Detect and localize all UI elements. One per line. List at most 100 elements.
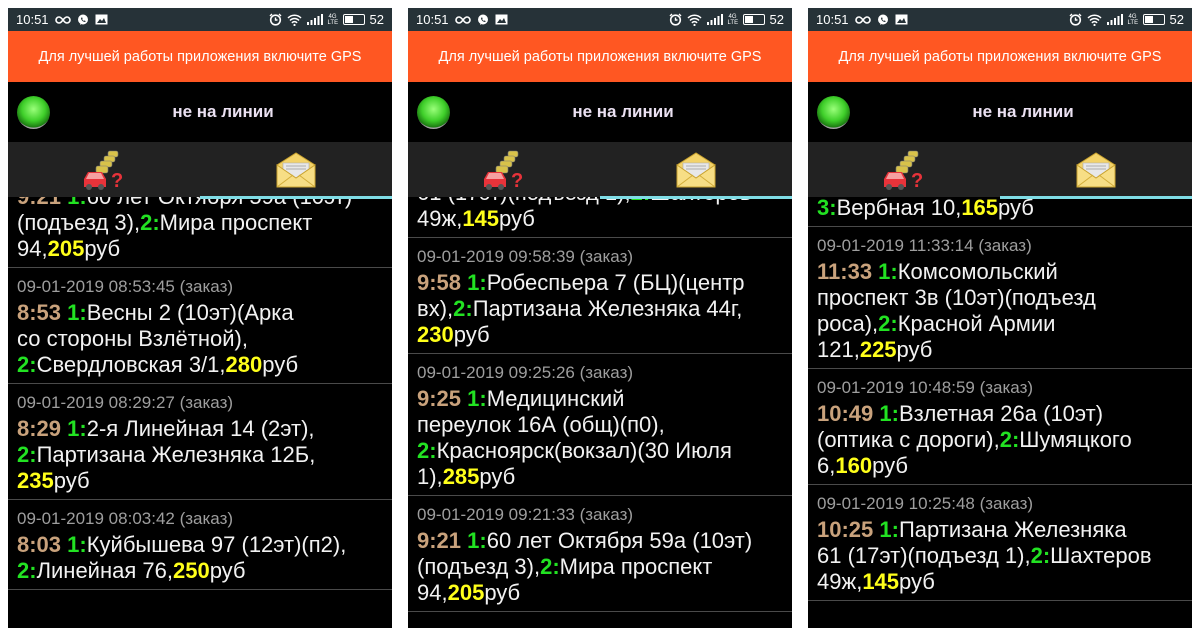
battery-fill xyxy=(344,16,354,23)
order-item[interactable]: 09-01-2019 08:29:27 (заказ) 8:29 1:2-я Ли… xyxy=(8,384,392,500)
battery-fill xyxy=(744,16,754,23)
address-text: Комсомольский xyxy=(897,259,1058,284)
status-bar: 10:51 4G LTE 52 xyxy=(408,8,792,31)
battery-icon xyxy=(742,14,765,25)
stop-number: 3: xyxy=(817,195,837,220)
line-status: не на линии xyxy=(972,102,1074,121)
address-text: 1), xyxy=(417,464,443,489)
infinity-icon xyxy=(854,15,871,24)
stop-number: 2: xyxy=(417,438,437,463)
battery-percent: 52 xyxy=(1169,12,1184,27)
order-item[interactable]: 09-01-2019 11:33:14 (заказ) 11:33 1:Комсо… xyxy=(808,227,1192,369)
order-date: 09-01-2019 10:25:48 (заказ) xyxy=(817,494,1034,513)
address-text: руб xyxy=(53,468,90,493)
clock: 10:51 xyxy=(816,12,849,27)
order-item[interactable]: 09-01-2019 08:03:42 (заказ) 8:03 1:Куйбыш… xyxy=(8,500,392,590)
stop-number: 1: xyxy=(879,517,899,542)
order-text-line: 2:Линейная 76,250руб xyxy=(17,558,392,584)
order-item[interactable]: 3:Вербная 10,165руб xyxy=(808,195,1192,227)
tab-messages[interactable] xyxy=(1000,142,1192,199)
tab-messages[interactable] xyxy=(200,142,392,199)
address-text: переулок 16А (общ)(п0), xyxy=(417,412,665,437)
address-text: вх), xyxy=(417,296,454,321)
stop-number: 1: xyxy=(467,386,487,411)
tab-messages[interactable] xyxy=(600,142,792,199)
order-text-line: 94,205руб xyxy=(17,236,392,262)
viber-icon xyxy=(877,14,888,25)
order-text-line: 11:33 1:Комсомольский xyxy=(817,259,1192,285)
gps-banner[interactable]: Для лучшей работы приложения включите GP… xyxy=(408,31,792,82)
signal-icon xyxy=(306,14,323,25)
taxi-queue-icon: ? xyxy=(84,150,123,191)
order-text-line: 6,160руб xyxy=(817,453,1192,479)
line-status: не на линии xyxy=(172,102,274,121)
tab-taxi-queue[interactable]: ? xyxy=(408,142,600,197)
order-item[interactable]: 09-01-2019 09:25:26 (заказ) 9:25 1:Медици… xyxy=(408,354,792,496)
address-text: руб xyxy=(209,558,246,583)
network-lte: LTE xyxy=(1127,19,1139,26)
order-price: 145 xyxy=(462,206,500,231)
address-text: 60 лет Октября 59а (10эт) xyxy=(486,528,753,553)
address-text: руб xyxy=(453,322,490,347)
gps-banner[interactable]: Для лучшей работы приложения включите GP… xyxy=(8,31,392,82)
address-text: руб xyxy=(479,464,516,489)
order-price: 285 xyxy=(442,464,480,489)
battery-icon xyxy=(1142,14,1165,25)
line-status: не на линии xyxy=(572,102,674,121)
order-item[interactable]: 09-01-2019 10:25:48 (заказ) 10:25 1:Парти… xyxy=(808,485,1192,601)
address-text: 2-я Линейная 14 (2эт), xyxy=(86,416,315,441)
order-item[interactable]: 09-01-2019 10:48:59 (заказ) 10:49 1:Взлет… xyxy=(808,369,1192,485)
order-item[interactable]: 09-01-2019 09:58:39 (заказ) 9:58 1:Робесп… xyxy=(408,238,792,354)
order-time: 9:21 xyxy=(417,528,468,553)
order-text-line: вх),2:Партизана Железняка 44г, xyxy=(417,296,792,322)
address-text: 61 (17эт)(подъезд 1), xyxy=(817,543,1031,568)
network-type: 4G LTE xyxy=(1127,14,1139,26)
address-text: 6, xyxy=(817,453,836,478)
wifi-icon xyxy=(1086,13,1102,26)
address-text: Партизана Железняка 12Б, xyxy=(36,442,316,467)
order-text-line: 10:25 1:Партизана Железняка xyxy=(817,517,1192,543)
stop-number: 2: xyxy=(453,296,473,321)
order-price: 250 xyxy=(172,558,210,583)
order-price: 165 xyxy=(961,195,999,220)
order-price: 235 xyxy=(17,468,54,493)
address-text: руб xyxy=(899,569,935,594)
battery-percent: 52 xyxy=(369,12,384,27)
order-date: 09-01-2019 08:03:42 (заказ) xyxy=(17,509,234,528)
order-price: 205 xyxy=(47,236,85,261)
order-list[interactable]: 61 (17эт)(подъезд 1),2:Шахтеров49ж,145ру… xyxy=(408,180,792,612)
taxi-queue-icon: ? xyxy=(884,150,923,191)
phone-screen: 10:51 4G LTE 52 Для лучшей работы приложе… xyxy=(808,8,1192,628)
order-date: 09-01-2019 09:25:26 (заказ) xyxy=(417,363,634,382)
order-text-line: (подъезд 3),2:Мира проспект xyxy=(17,210,392,236)
order-list[interactable]: 9:21 1:60 лет Октября 59а (10эт)(подъезд… xyxy=(8,184,392,590)
order-text-line: 49ж,145руб xyxy=(817,569,1192,595)
tab-taxi-queue[interactable]: ? xyxy=(808,142,1000,197)
driver-status-header: не на линии xyxy=(8,82,392,142)
battery-fill xyxy=(1144,16,1154,23)
order-item[interactable]: 09-01-2019 09:21:33 (заказ) 9:21 1:60 лет… xyxy=(408,496,792,612)
svg-text:?: ? xyxy=(511,170,523,191)
infinity-icon xyxy=(54,15,71,24)
status-bar: 10:51 4G LTE 52 xyxy=(8,8,392,31)
stop-number: 2: xyxy=(999,427,1020,452)
stop-number: 1: xyxy=(467,528,487,553)
order-price: 225 xyxy=(859,337,897,362)
tab-taxi-queue[interactable]: ? xyxy=(8,142,200,197)
address-text: роса), xyxy=(817,311,879,336)
address-text: Мира проспект xyxy=(159,210,313,235)
order-time: 10:25 xyxy=(817,517,880,542)
order-date: 09-01-2019 09:21:33 (заказ) xyxy=(417,505,634,524)
order-text-line: 2:Свердловская 3/1,280руб xyxy=(17,352,392,378)
address-text: Взлетная 26а (10эт) xyxy=(898,401,1104,426)
order-price: 280 xyxy=(225,352,263,377)
gps-banner[interactable]: Для лучшей работы приложения включите GP… xyxy=(808,31,1192,82)
order-text-line: 235руб xyxy=(17,468,392,494)
driver-status-header: не на линии xyxy=(808,82,1192,142)
order-time: 9:25 xyxy=(417,386,468,411)
order-date: 09-01-2019 08:29:27 (заказ) xyxy=(17,393,234,412)
stop-number: 2: xyxy=(17,558,37,583)
order-text-line: 9:25 1:Медицинский xyxy=(417,386,792,412)
order-list[interactable]: 3:Вербная 10,165руб 09-01-2019 11:33:14 (… xyxy=(808,195,1192,601)
order-item[interactable]: 09-01-2019 08:53:45 (заказ) 8:53 1:Весны … xyxy=(8,268,392,384)
